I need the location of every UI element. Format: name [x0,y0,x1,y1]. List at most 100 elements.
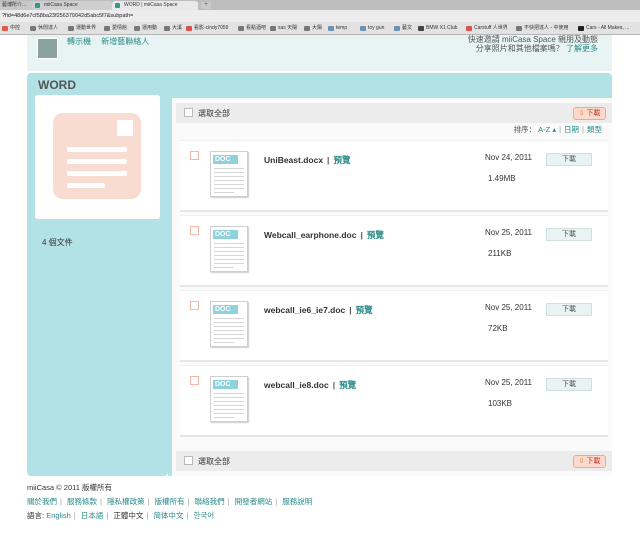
tab-strip: 藝博所介... miiCasa Space WORD | miiCasa Spa… [0,0,640,10]
bookmark-item[interactable]: Carstuff 人世界 [466,25,508,32]
bookmark-item[interactable]: 運動世界 [68,25,96,32]
preview-link[interactable]: 預覽 [339,380,356,390]
download-button[interactable]: ⇩ 下載 [573,455,606,468]
language-selector: 語言: English | 日本語 | 正體中文 | 简体中文 | 한국어 [27,511,215,520]
preview-link[interactable]: 預覽 [333,155,350,165]
page-title: WORD [38,78,76,92]
browser-tab-1[interactable]: miiCasa Space [32,1,112,10]
lang-japanese[interactable]: 日本語 [81,511,104,520]
preview-link[interactable]: 預覽 [367,230,384,240]
download-arrow-icon: ⇩ [578,458,585,465]
document-count: 4 個文件 [42,238,73,247]
select-all-label[interactable]: 選取全部 [198,108,230,119]
bookmark-item[interactable]: 運用動 [134,25,157,32]
bookmark-item[interactable]: 藝文 [394,25,412,32]
new-tab-button[interactable]: + [201,2,211,9]
footer-link[interactable]: 版權所有 [155,497,185,506]
file-date: Nov 25, 2011 [485,303,532,312]
browser-tab-2[interactable]: WORD | miiCasa Space [112,1,198,10]
folder-icon [328,26,334,31]
file-panel: 選取全部 ⇩ 下載 排序： A-Z ▴ | 日期 | 類型 DOC UniBeast.do… [172,98,612,476]
doc-file-icon: DOC [210,151,248,197]
tab-label: WORD | miiCasa Space [124,2,178,8]
fold-corner [117,120,133,136]
folder-icon [394,26,400,31]
bookmark-icon [186,26,192,31]
footer-link[interactable]: 隱私權政策 [107,497,145,506]
file-checkbox[interactable] [190,376,199,385]
sort-bar: 排序： A-Z ▴ | 日期 | 類型 [513,125,602,134]
invite-line-2: 分享照片和其他檔案嗎？ 了解更多 [475,44,598,53]
select-bar-top: 選取全部 ⇩ 下載 [176,103,612,123]
footer-link[interactable]: 服務條款 [67,497,97,506]
sort-date[interactable]: 日期 [564,125,579,134]
preview-link[interactable]: 預覽 [356,305,373,315]
row-download-button[interactable]: 下載 [546,378,592,391]
bookmark-icon [516,26,522,31]
lang-simplified-chinese[interactable]: 简体中文 [153,511,183,520]
lang-english[interactable]: English [46,511,71,520]
bookmark-item[interactable]: 不快把達人 - 中使用 [516,25,568,32]
file-row[interactable]: DOC webcall_ie6_ie7.doc | 預覽 Nov 25, 2011 … [180,290,608,362]
bookmark-item[interactable]: 愛情館 [104,25,127,32]
file-size: 103KB [488,399,513,408]
row-download-button[interactable]: 下載 [546,228,592,241]
select-all-label[interactable]: 選取全部 [198,456,230,467]
file-row[interactable]: DOC UniBeast.docx | 預覽 Nov 24, 2011 1.49MB… [180,140,608,212]
lang-traditional-chinese[interactable]: 正體中文 [113,511,143,520]
bookmark-icon [30,26,36,31]
footer-link[interactable]: 服務說明 [282,497,312,506]
invite-text: 快速邀請 miiCasa Space 親朋及動態 分享照片和其他檔案嗎？ 了解更… [468,35,598,53]
user-link-0[interactable]: 轉示機 [67,37,91,46]
doc-file-icon: DOC [210,301,248,347]
bookmark-icon [270,26,276,31]
sort-az[interactable]: A-Z ▴ [538,125,556,134]
user-link-1[interactable]: 新增藝聯絡人 [101,37,149,46]
bookmark-icon [304,26,310,31]
folder-icon [360,26,366,31]
browser-chrome: 藝博所介... miiCasa Space WORD | miiCasa Spa… [0,0,640,35]
bookmark-item[interactable]: 看點酒吧 [238,25,266,32]
select-all-checkbox[interactable] [184,108,193,117]
bookmark-item[interactable]: sas 天陽 [270,25,297,32]
bookmark-item[interactable]: BMW X1 Club [418,25,457,32]
file-size: 1.49MB [488,174,516,183]
file-checkbox[interactable] [190,301,199,310]
doc-file-icon: DOC [210,226,248,272]
select-all-checkbox[interactable] [184,456,193,465]
flag-icon [578,26,584,31]
tab-label: 藝博所介... [2,2,27,8]
address-bar[interactable]: ?fid=48d6e7cf58ba23f256370042d5abc5f7&su… [0,10,640,22]
footer-link[interactable]: 開發者網站 [235,497,273,506]
bookmark-item[interactable]: 看影-cindy7059 [186,25,228,32]
row-download-button[interactable]: 下載 [546,303,592,316]
file-checkbox[interactable] [190,226,199,235]
bookmark-item[interactable]: 大溪 [164,25,182,32]
bookmark-item[interactable]: Cars - All Makes, ... [578,25,629,32]
bookmark-icon [466,26,472,31]
bookmark-icon [2,26,8,31]
footer-link[interactable]: 聯絡我們 [195,497,225,506]
bookmark-item[interactable]: temp [328,25,347,32]
file-row[interactable]: DOC webcall_ie8.doc | 預覽 Nov 25, 2011 103K… [180,365,608,437]
sort-type[interactable]: 類型 [587,125,602,134]
lang-korean[interactable]: 한국어 [193,511,214,520]
bookmark-item[interactable]: toy gun [360,25,384,32]
file-list-area: 選取全部 ⇩ 下載 排序： A-Z ▴ | 日期 | 類型 DOC UniBeast.do… [168,98,612,476]
invite-line-1: 快速邀請 miiCasa Space 親朋及動態 [467,35,598,44]
avatar[interactable] [37,38,58,59]
footer-link[interactable]: 關於我們 [27,497,57,506]
bookmark-item[interactable]: 休閒達人 [30,25,58,32]
favicon-icon [115,3,120,8]
bookmark-item[interactable]: 大陽 [304,25,322,32]
bookmark-item[interactable]: 中控 [2,25,20,32]
learn-more-link[interactable]: 了解更多 [566,44,598,53]
row-download-button[interactable]: 下載 [546,153,592,166]
file-checkbox[interactable] [190,151,199,160]
select-bar-bottom: 選取全部 ⇩ 下載 [176,451,612,471]
download-button[interactable]: ⇩ 下載 [573,107,606,120]
file-date: Nov 25, 2011 [485,228,532,237]
favicon-icon [35,3,40,8]
file-size: 72KB [488,324,508,333]
file-row[interactable]: DOC Webcall_earphone.doc | 預覽 Nov 25, 2011… [180,215,608,287]
